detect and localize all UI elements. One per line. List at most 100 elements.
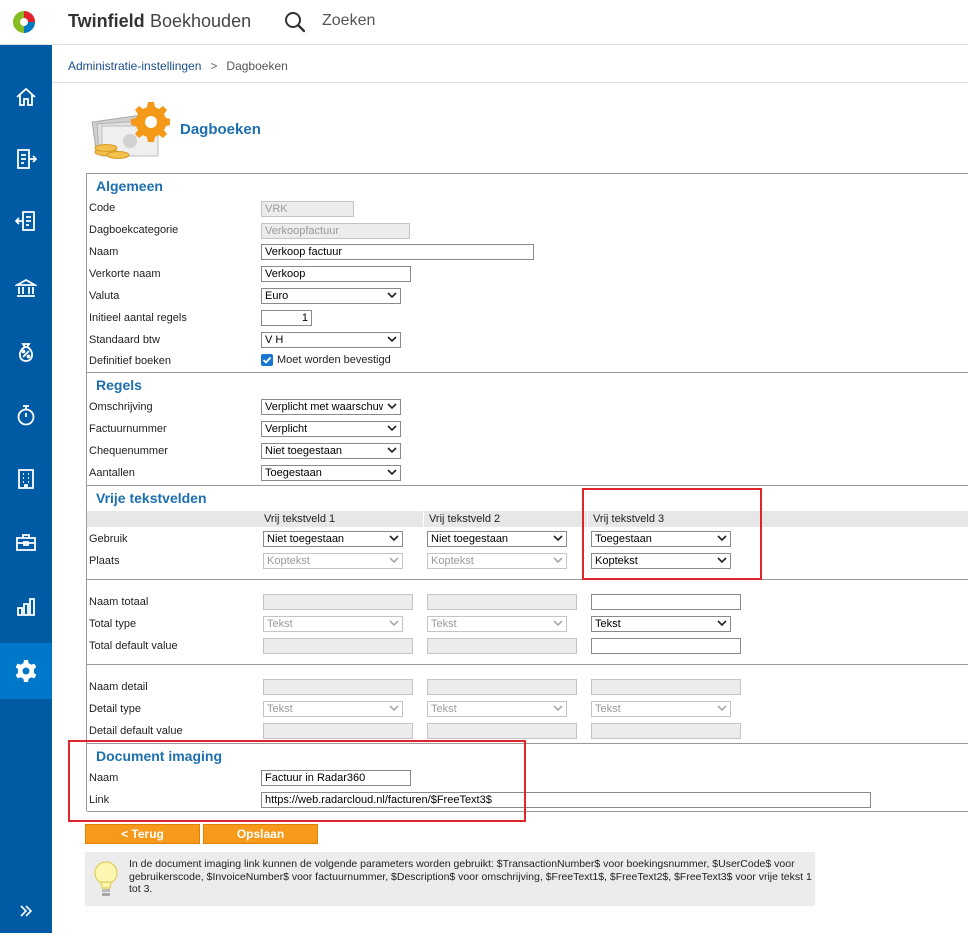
home-icon (16, 87, 36, 106)
invoice-number-select[interactable]: Verplicht (261, 421, 401, 437)
chevron-down-icon (553, 557, 563, 564)
total-name-label: Naam totaal (89, 596, 149, 608)
sidebar-item-bank[interactable] (0, 260, 52, 316)
category-label: Dagboekcategorie (89, 224, 179, 236)
breadcrumb-parent-link[interactable]: Administratie-instellingen (68, 59, 201, 73)
breadcrumb-separator-icon: > (210, 59, 218, 73)
usage-label: Gebruik (89, 533, 128, 545)
divider-top (87, 173, 968, 174)
final-label: Definitief boeken (89, 355, 171, 367)
journals-settings-icon (91, 102, 170, 159)
info-box: In de document imaging link kunnen de vo… (85, 852, 815, 906)
double-chevron-right-icon (20, 905, 33, 917)
invoice-number-label: Factuurnummer (89, 423, 167, 435)
divider-rules (87, 485, 968, 486)
total-type-select-2-value: Tekst (431, 618, 457, 630)
total-type-select-1-value: Tekst (267, 618, 293, 630)
document-out-icon (15, 211, 35, 231)
section-title-free-text: Vrije tekstvelden (96, 490, 207, 506)
short-name-label: Verkorte naam (89, 268, 161, 280)
column-header-1: Vrij tekstveld 1 (259, 511, 423, 527)
usage-select-2[interactable]: Niet toegestaan (427, 531, 567, 547)
initial-lines-field[interactable]: 1 (261, 310, 312, 326)
column-header-blank (87, 511, 259, 527)
detail-default-label: Detail default value (89, 725, 183, 737)
divider-free-text-2 (87, 664, 968, 665)
currency-select[interactable]: Euro (261, 288, 401, 304)
detail-type-select-1: Tekst (263, 701, 403, 717)
sidebar-item-home[interactable] (0, 69, 52, 125)
sidebar-item-companies[interactable] (0, 451, 52, 507)
chevron-down-icon (553, 535, 563, 542)
chevron-down-icon (387, 469, 397, 476)
name-field[interactable]: Verkoop factuur (261, 244, 534, 260)
detail-name-label: Naam detail (89, 681, 148, 693)
divider-free-text-1 (87, 579, 968, 580)
name-label: Naam (89, 246, 119, 258)
detail-name-field-1 (263, 679, 413, 695)
initial-lines-label: Initieel aantal regels (89, 312, 187, 324)
percent-bag-icon (18, 343, 34, 362)
detail-default-field-1 (263, 723, 413, 739)
total-type-select-3[interactable]: Tekst (591, 616, 731, 632)
document-in-icon (17, 149, 37, 169)
total-default-field-3[interactable] (591, 638, 741, 654)
briefcase-icon (16, 534, 36, 551)
short-name-field[interactable]: Verkoop (261, 266, 411, 282)
total-default-label: Total default value (89, 640, 178, 652)
usage-select-2-value: Niet toegestaan (431, 533, 509, 545)
cheque-number-select[interactable]: Niet toegestaan (261, 443, 401, 459)
highlight-box-imaging (68, 740, 526, 822)
description-select[interactable]: Verplicht met waarschuwing (261, 399, 401, 415)
confirm-checkbox[interactable] (261, 354, 273, 366)
lightbulb-icon (94, 861, 118, 896)
invoice-number-select-value: Verplicht (265, 423, 308, 435)
chevron-down-icon (389, 557, 399, 564)
sidebar-item-purchase[interactable] (0, 131, 52, 187)
save-button[interactable]: Opslaan (203, 824, 318, 844)
column-header-2: Vrij tekstveld 2 (424, 511, 587, 527)
vat-select[interactable]: V H (261, 332, 401, 348)
breadcrumb-current: Dagboeken (226, 59, 288, 73)
sidebar-item-sales[interactable] (0, 193, 52, 249)
search-icon[interactable] (284, 11, 306, 33)
place-select-2: Koptekst (427, 553, 567, 569)
currency-label: Valuta (89, 290, 120, 302)
divider-general (87, 372, 968, 373)
total-type-select-2: Tekst (427, 616, 567, 632)
detail-type-label: Detail type (89, 703, 141, 715)
place-select-1: Koptekst (263, 553, 403, 569)
sidebar-item-vat[interactable] (0, 324, 52, 380)
chevron-down-icon (389, 705, 399, 712)
detail-type-select-2-value: Tekst (431, 703, 457, 715)
search-button-label[interactable]: Zoeken (322, 12, 375, 30)
bar-chart-icon (17, 598, 35, 616)
description-select-value: Verplicht met waarschuwing (265, 401, 383, 413)
usage-select-1[interactable]: Niet toegestaan (263, 531, 403, 547)
sidebar-item-settings[interactable] (0, 643, 52, 699)
wolters-kluwer-logo-icon[interactable] (12, 10, 36, 34)
total-name-field-3[interactable] (591, 594, 741, 610)
sidebar (0, 45, 52, 933)
confirm-checkbox-label[interactable]: Moet worden bevestigd (277, 354, 391, 366)
chevron-down-icon (387, 403, 397, 410)
code-label: Code (89, 202, 116, 214)
detail-default-field-2 (427, 723, 577, 739)
sidebar-item-projects[interactable] (0, 515, 52, 571)
sidebar-expand-button[interactable] (0, 883, 52, 939)
top-bar: Twinfield Boekhouden Zoeken (0, 0, 968, 45)
chevron-down-icon (387, 447, 397, 454)
total-name-field-2 (427, 594, 577, 610)
usage-select-1-value: Niet toegestaan (267, 533, 345, 545)
quantities-select[interactable]: Toegestaan (261, 465, 401, 481)
total-default-field-1 (263, 638, 413, 654)
total-default-field-2 (427, 638, 577, 654)
place-label: Plaats (89, 555, 120, 567)
code-field: VRK (261, 201, 354, 217)
back-button[interactable]: < Terug (85, 824, 200, 844)
sidebar-item-reports[interactable] (0, 579, 52, 635)
checkmark-icon (262, 356, 272, 364)
sidebar-item-time[interactable] (0, 387, 52, 443)
chevron-down-icon (387, 336, 397, 343)
brand-name: Twinfield (68, 11, 145, 31)
